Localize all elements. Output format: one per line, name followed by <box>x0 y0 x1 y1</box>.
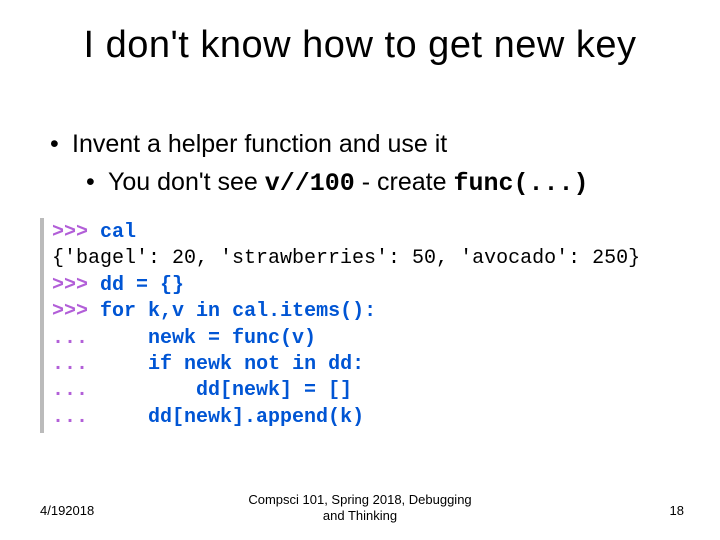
code-token: cal <box>100 221 136 244</box>
code-indent <box>100 379 196 402</box>
keyword-if: if <box>148 353 172 376</box>
slide: I don't know how to get new key •Invent … <box>0 0 720 540</box>
slide-title: I don't know how to get new key <box>0 24 720 67</box>
code-token: dd = {} <box>100 274 184 297</box>
keyword-for: for <box>100 300 136 323</box>
inline-code-1: v//100 <box>265 169 355 198</box>
code-line: dd[newk] = [] <box>196 379 352 402</box>
keyword-in: in <box>280 353 316 376</box>
inline-code-2: func(...) <box>453 169 588 198</box>
bullet-2-mid: - create <box>355 168 454 196</box>
repl-prompt: >>> <box>52 300 100 323</box>
python-repl-block: >>> cal {'bagel': 20, 'strawberries': 50… <box>40 218 692 433</box>
code-token: dd: <box>316 353 364 376</box>
bullet-list: •Invent a helper function and use it •Yo… <box>50 128 690 201</box>
repl-prompt: >>> <box>52 221 100 244</box>
code-indent <box>100 353 148 376</box>
repl-continuation: ... <box>52 327 100 350</box>
bullet-dot-icon: • <box>86 166 108 200</box>
code-line: newk = func(v) <box>148 327 316 350</box>
keyword-in: in <box>196 300 220 323</box>
bullet-level-1: •Invent a helper function and use it <box>50 128 690 162</box>
footer-page-number: 18 <box>670 503 684 518</box>
repl-continuation: ... <box>52 379 100 402</box>
repl-continuation: ... <box>52 406 100 429</box>
bullet-level-2: •You don't see v//100 - create func(...) <box>86 166 690 201</box>
footer-line-2: and Thinking <box>323 508 397 523</box>
bullet-2-pre: You don't see <box>108 168 265 196</box>
code-token: k,v <box>136 300 196 323</box>
slide-footer: 4/192018 Compsci 101, Spring 2018, Debug… <box>0 490 720 524</box>
repl-prompt: >>> <box>52 274 100 297</box>
footer-line-1: Compsci 101, Spring 2018, Debugging <box>248 492 471 507</box>
code-indent <box>100 327 148 350</box>
keyword-not: not <box>244 353 280 376</box>
footer-course-info: Compsci 101, Spring 2018, Debugging and … <box>0 492 720 525</box>
bullet-1-text: Invent a helper function and use it <box>72 130 447 158</box>
code-token: cal.items(): <box>220 300 376 323</box>
code-token: newk <box>172 353 244 376</box>
repl-continuation: ... <box>52 353 100 376</box>
repl-output: {'bagel': 20, 'strawberries': 50, 'avoca… <box>52 247 640 270</box>
bullet-dot-icon: • <box>50 128 72 162</box>
code-indent <box>100 406 148 429</box>
code-line: dd[newk].append(k) <box>148 406 364 429</box>
